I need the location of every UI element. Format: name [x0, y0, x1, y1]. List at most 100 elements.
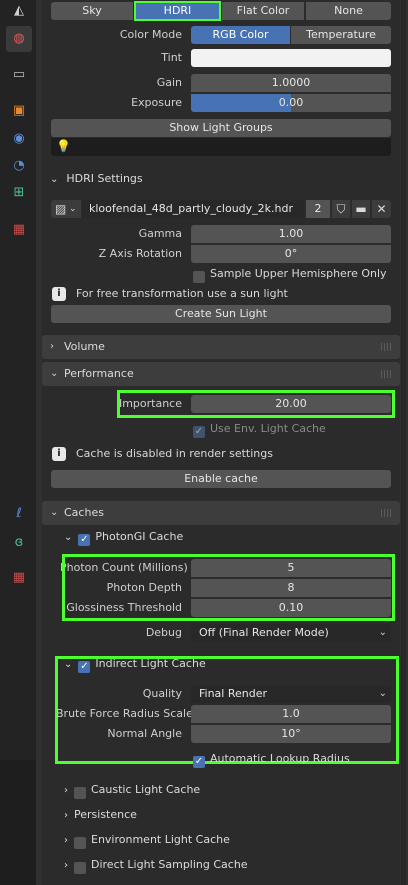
use-env-light-cache-checkbox[interactable]: ✓ Use Env. Light Cache [193, 420, 326, 438]
texture-slot-icon[interactable]: ▦ [11, 570, 27, 586]
direct-sampling-title: Direct Light Sampling Cache [91, 858, 248, 871]
enable-cache-button[interactable]: Enable cache [51, 470, 391, 488]
photon-depth-field[interactable]: 8 [191, 579, 391, 597]
collection-properties-icon[interactable]: ▭ [11, 67, 27, 83]
chevron-right-icon: › [50, 341, 54, 352]
chevron-down-icon: ⌄ [69, 204, 77, 214]
image-users-count[interactable]: 2 [306, 200, 330, 218]
material-properties-icon[interactable]: ▦ [11, 222, 27, 238]
sample-upper-label: Sample Upper Hemisphere Only [210, 267, 387, 280]
checkbox-icon[interactable]: ✓ [78, 534, 91, 546]
object-properties-icon[interactable]: ▣ [11, 103, 27, 119]
tab-hdri[interactable]: HDRI [135, 2, 220, 20]
gamma-field[interactable]: 1.00 [191, 225, 391, 243]
tab-none[interactable]: None [306, 2, 391, 20]
persistence-header[interactable]: › Persistence [64, 805, 137, 825]
drag-grip-icon[interactable] [381, 509, 392, 517]
performance-panel-header[interactable]: ⌄ Performance [42, 362, 400, 386]
indirect-title: Indirect Light Cache [95, 657, 206, 670]
tab-sky[interactable]: Sky [51, 2, 133, 20]
photon-count-label: Photon Count (Millions) [60, 561, 188, 574]
modifier-properties-icon[interactable]: ◉ [11, 131, 27, 147]
checkbox-icon[interactable]: ✓ [74, 837, 86, 849]
environment-light-cache-header[interactable]: › ✓ Environment Light Cache [64, 830, 230, 850]
chevron-down-icon: ⌄ [64, 659, 73, 670]
hdri-image-name-field[interactable]: kloofendal_48d_partly_cloudy_2k.hdr [82, 200, 304, 218]
info-icon: i [52, 287, 66, 301]
chevron-down-icon: ⌄ [378, 627, 387, 638]
texture-properties-icon[interactable]: ◭ [11, 3, 27, 19]
chevron-right-icon: › [64, 785, 68, 796]
create-sun-light-button[interactable]: Create Sun Light [51, 305, 391, 323]
caustic-light-cache-header[interactable]: › ✓ Caustic Light Cache [64, 780, 200, 800]
photongi-cache-header[interactable]: ⌄ ✓ PhotonGI Cache [64, 527, 183, 547]
normal-angle-field[interactable]: 10° [191, 725, 391, 743]
automatic-lookup-radius-checkbox[interactable]: ✓ Automatic Lookup Radius [193, 750, 350, 768]
caches-title: Caches [64, 506, 104, 519]
sun-info-text: For free transformation use a sun light [76, 287, 288, 300]
exposure-field[interactable]: 0.00 [191, 94, 391, 112]
chevron-down-icon: ⌄ [64, 532, 73, 543]
photon-depth-label: Photon Depth [106, 581, 182, 594]
debug-label: Debug [145, 626, 182, 639]
constraint-properties-icon[interactable]: ⊞ [11, 185, 27, 201]
chevron-down-icon: ⌄ [50, 174, 59, 185]
checkbox-icon[interactable]: ✓ [74, 787, 86, 799]
show-light-groups-button[interactable]: Show Light Groups [51, 119, 391, 137]
drag-grip-icon[interactable] [381, 370, 392, 378]
data-properties-icon[interactable]: ℓ [11, 506, 27, 522]
chevron-right-icon: › [64, 835, 68, 846]
tab-flat-color[interactable]: Flat Color [222, 2, 304, 20]
hdri-settings-title: HDRI Settings [66, 172, 143, 185]
caches-panel-header[interactable]: ⌄ Caches [42, 501, 400, 525]
photongi-title: PhotonGI Cache [95, 530, 184, 543]
color-mode-rgb[interactable]: RGB Color [191, 26, 290, 44]
object-data-icon[interactable]: ɞ [11, 535, 27, 551]
physics-properties-icon[interactable]: ◔ [11, 158, 27, 174]
checkbox-icon[interactable]: ✓ [74, 862, 86, 874]
light-group-field[interactable]: 💡 [51, 138, 391, 156]
z-axis-rotation-label: Z Axis Rotation [98, 247, 182, 260]
lightbulb-icon: 💡 [56, 139, 71, 153]
env-cache-title: Environment Light Cache [91, 833, 230, 846]
cache-info-text: Cache is disabled in render settings [76, 447, 273, 460]
indirect-light-cache-header[interactable]: ⌄ ✓ Indirect Light Cache [64, 654, 206, 674]
quality-value: Final Render [199, 687, 268, 700]
z-axis-rotation-field[interactable]: 0° [191, 245, 391, 263]
debug-value: Off (Final Render Mode) [199, 626, 329, 639]
glossiness-threshold-field[interactable]: 0.10 [191, 599, 391, 617]
open-folder-icon[interactable]: ▬ [352, 200, 370, 218]
direct-light-sampling-cache-header[interactable]: › ✓ Direct Light Sampling Cache [64, 855, 248, 875]
checkbox-icon: ✓ [193, 271, 205, 283]
scrollbar[interactable] [401, 0, 406, 885]
quality-dropdown[interactable]: Final Render ⌄ [191, 685, 391, 703]
tab-bar-empty-area [0, 760, 36, 885]
image-icon: ▨ [55, 202, 67, 216]
gain-field[interactable]: 1.0000 [191, 74, 391, 92]
debug-dropdown[interactable]: Off (Final Render Mode) ⌄ [191, 624, 391, 642]
quality-label: Quality [142, 687, 182, 700]
fake-user-shield-icon[interactable]: ⛉ [332, 200, 350, 218]
photon-count-field[interactable]: 5 [191, 559, 391, 577]
drag-grip-icon[interactable] [381, 343, 392, 351]
unlink-close-icon[interactable]: ✕ [372, 200, 391, 218]
volume-panel-header[interactable]: › Volume [42, 335, 400, 359]
glossiness-threshold-label: Glossiness Threshold [66, 601, 182, 614]
image-browse-button[interactable]: ▨ ⌄ [51, 200, 81, 218]
performance-title: Performance [64, 367, 134, 380]
chevron-right-icon: › [64, 860, 68, 871]
brute-force-radius-field[interactable]: 1.0 [191, 705, 391, 723]
persistence-title: Persistence [74, 808, 137, 821]
chevron-right-icon: › [64, 810, 68, 821]
world-properties-icon[interactable]: ◍ [6, 26, 32, 52]
chevron-down-icon: ⌄ [50, 368, 59, 379]
color-mode-temperature[interactable]: Temperature [291, 26, 391, 44]
normal-angle-label: Normal Angle [107, 727, 182, 740]
checkbox-icon[interactable]: ✓ [78, 661, 91, 673]
sample-upper-hemisphere-checkbox[interactable]: ✓ Sample Upper Hemisphere Only [193, 265, 387, 283]
hdri-settings-header[interactable]: ⌄ HDRI Settings [50, 169, 143, 189]
importance-label: Importance [118, 397, 182, 410]
tint-color-swatch[interactable] [191, 49, 391, 67]
volume-title: Volume [64, 340, 105, 353]
importance-field[interactable]: 20.00 [191, 395, 391, 413]
